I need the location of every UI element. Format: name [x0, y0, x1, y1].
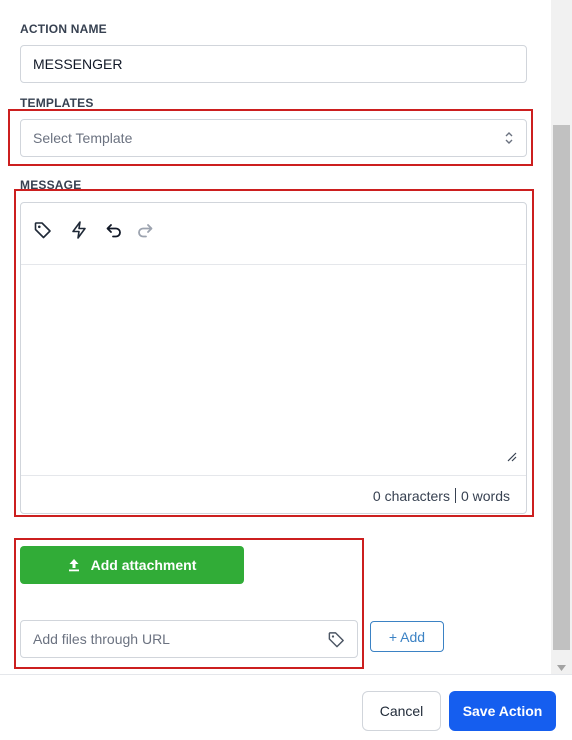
resize-handle-icon[interactable] [507, 449, 517, 467]
cancel-label: Cancel [379, 703, 424, 719]
add-attachment-label: Add attachment [90, 557, 197, 573]
undo-icon[interactable] [103, 219, 125, 241]
redo-icon[interactable] [134, 219, 156, 241]
action-name-input[interactable]: MESSENGER [20, 45, 527, 83]
chevron-updown-icon [504, 130, 514, 149]
cancel-button[interactable]: Cancel [362, 691, 441, 731]
save-action-label: Save Action [462, 703, 543, 719]
upload-icon [68, 558, 80, 572]
editor-counter: 0 characters 0 words [21, 475, 526, 515]
scrollbar[interactable] [551, 0, 572, 674]
tag-icon[interactable] [327, 630, 346, 652]
word-count: 0 words [460, 487, 510, 504]
counter-divider [454, 488, 456, 503]
action-name-value: MESSENGER [33, 56, 123, 72]
character-count: 0 characters [372, 487, 450, 504]
message-textarea[interactable] [21, 265, 526, 475]
save-action-button[interactable]: Save Action [449, 691, 556, 731]
add-attachment-button[interactable]: Add attachment [20, 546, 244, 584]
add-url-label: + Add [388, 628, 426, 645]
action-name-label: ACTION NAME [20, 22, 107, 36]
url-input-placeholder: Add files through URL [33, 631, 170, 647]
template-select[interactable]: Select Template [20, 119, 527, 157]
bolt-icon[interactable] [68, 219, 90, 241]
message-editor: 0 characters 0 words [20, 202, 527, 514]
scrollbar-thumb[interactable] [553, 125, 570, 650]
template-select-placeholder: Select Template [33, 130, 133, 146]
tag-icon[interactable] [32, 219, 54, 241]
url-input[interactable]: Add files through URL [20, 620, 358, 658]
add-url-button[interactable]: + Add [370, 621, 444, 652]
templates-label: TEMPLATES [20, 96, 94, 110]
editor-toolbar [21, 203, 526, 265]
